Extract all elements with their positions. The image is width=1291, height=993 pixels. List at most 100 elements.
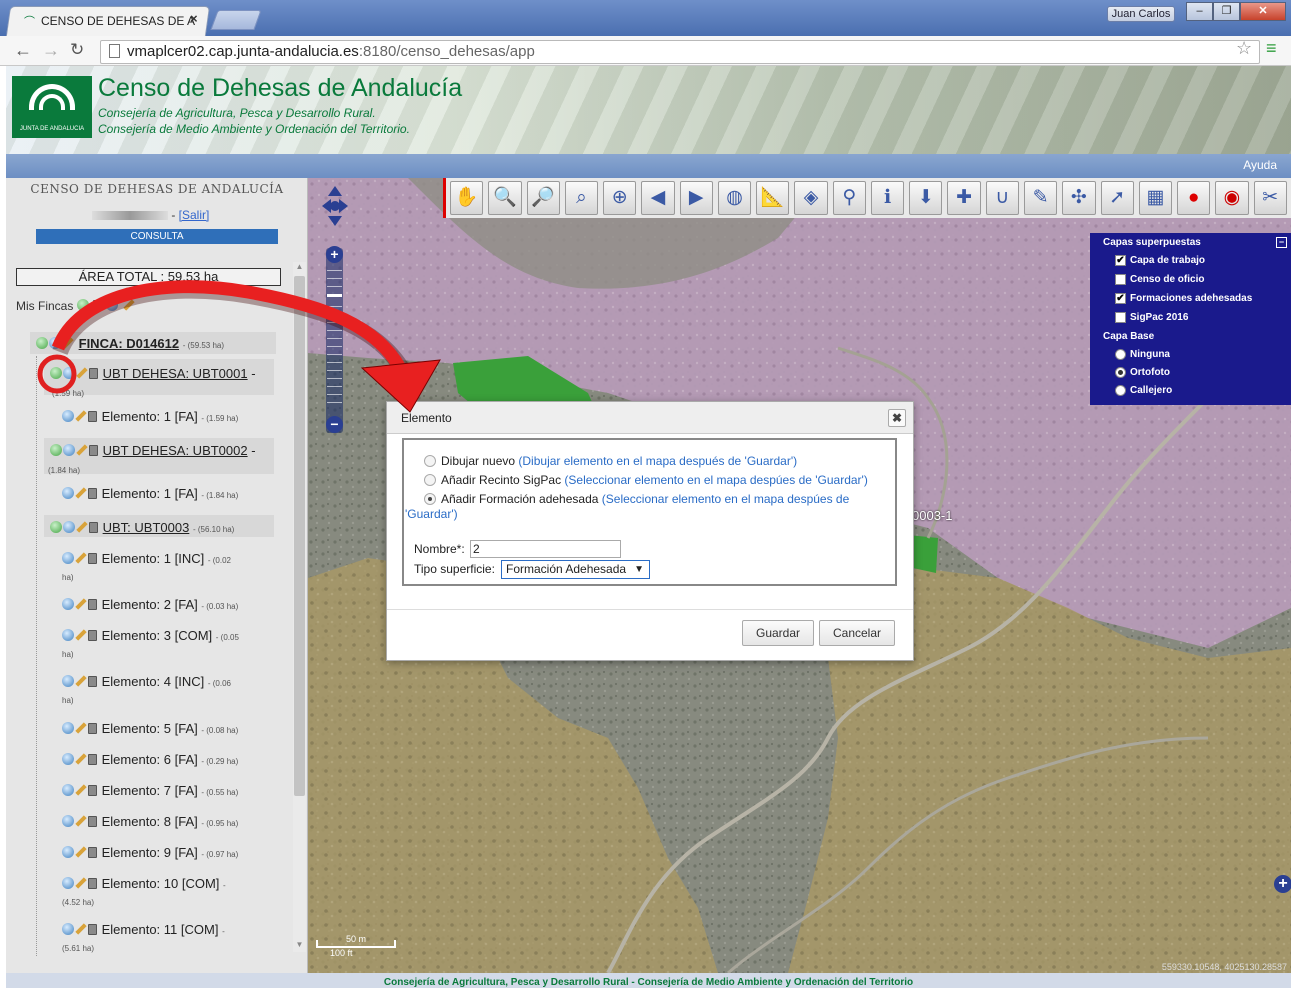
element-label[interactable]: Elemento: 7 [FA]	[102, 783, 198, 798]
overlay-layer-item[interactable]: ✔ Capa de trabajo	[1115, 255, 1205, 266]
pan-control[interactable]	[322, 186, 348, 226]
layer-checkbox[interactable]	[1115, 274, 1126, 285]
edit-icon[interactable]: ✎	[1023, 181, 1058, 215]
layer-edit-icon[interactable]: ▦	[1138, 181, 1173, 215]
delete-finca-icon[interactable]	[93, 300, 103, 311]
overlay-layer-item[interactable]: SigPac 2016	[1115, 312, 1188, 323]
element-label[interactable]: Elemento: 8 [FA]	[102, 814, 198, 829]
element-label[interactable]: Elemento: 11 [COM]	[102, 922, 219, 937]
edit-ubt-icon[interactable]	[76, 444, 88, 456]
pan-arrows-icon[interactable]	[322, 186, 348, 226]
delete-element-icon[interactable]	[88, 847, 97, 858]
layer-radio[interactable]	[1115, 385, 1126, 396]
help-link[interactable]: Ayuda	[1243, 158, 1277, 172]
radio-draw-new[interactable]	[424, 455, 436, 467]
scroll-up-icon[interactable]: ▲	[294, 262, 305, 273]
edit-element-icon[interactable]	[75, 487, 87, 499]
edit-element-icon[interactable]	[75, 784, 87, 796]
delete-element-icon[interactable]	[88, 488, 97, 499]
element-label[interactable]: Elemento: 9 [FA]	[102, 845, 198, 860]
tree-element[interactable]: Elemento: 10 [COM] -	[62, 876, 226, 891]
edit-finca-icon[interactable]	[123, 299, 135, 311]
zoom-ubt-icon[interactable]	[63, 444, 75, 456]
overlay-layer-item[interactable]: Censo de oficio	[1115, 274, 1204, 285]
delete-ubt-icon[interactable]	[89, 368, 98, 379]
delete-element-icon[interactable]	[88, 599, 97, 610]
bookmark-star-icon[interactable]: ☆	[1236, 38, 1252, 59]
select-icon[interactable]: ➚	[1100, 181, 1134, 215]
zoom-ubt-icon[interactable]	[63, 367, 75, 379]
zoom-element-icon[interactable]	[62, 410, 74, 422]
radio-add-sigpac[interactable]	[424, 474, 436, 486]
close-window-button[interactable]: ✕	[1240, 2, 1286, 21]
element-label[interactable]: Elemento: 1 [FA]	[102, 486, 198, 501]
name-input[interactable]: 2	[470, 540, 621, 558]
layer-radio[interactable]	[1115, 367, 1126, 378]
edit-finca-icon[interactable]	[62, 337, 74, 349]
edit-element-icon[interactable]	[75, 753, 87, 765]
maximize-button[interactable]: ❐	[1213, 2, 1240, 21]
tree-element[interactable]: Elemento: 3 [COM] - (0.05	[62, 628, 239, 643]
element-label[interactable]: Elemento: 5 [FA]	[102, 721, 198, 736]
edit-element-icon[interactable]	[75, 846, 87, 858]
close-tab-icon[interactable]: ×	[190, 11, 198, 26]
edit-element-icon[interactable]	[75, 877, 87, 889]
tree-element[interactable]: Elemento: 9 [FA] - (0.97 ha)	[62, 845, 238, 860]
cut-icon[interactable]: ✂	[1253, 181, 1287, 215]
move-vertex-icon[interactable]: ✣	[1062, 181, 1096, 215]
zoom-in-button[interactable]: +	[326, 246, 343, 263]
base-layer-item[interactable]: Ortofoto	[1115, 367, 1170, 378]
new-tab-button[interactable]	[210, 10, 262, 30]
zoom-element-icon[interactable]	[62, 675, 74, 687]
zoom-box-icon[interactable]: ⌕	[564, 181, 599, 215]
tree-element[interactable]: Elemento: 11 [COM] -	[62, 922, 225, 937]
zoom-in-icon[interactable]: 🔍	[488, 181, 522, 215]
close-dialog-button[interactable]: ✖	[888, 409, 906, 427]
zoom-out-button[interactable]: −	[326, 416, 343, 433]
edit-ubt-icon[interactable]	[76, 367, 88, 379]
delete-element-icon[interactable]	[88, 816, 97, 827]
hand-pan-icon[interactable]: ✋	[450, 181, 484, 215]
base-layer-item[interactable]: Callejero	[1115, 385, 1172, 396]
add-element-icon[interactable]	[50, 444, 62, 456]
edit-element-icon[interactable]	[75, 722, 87, 734]
element-label[interactable]: Elemento: 3 [COM]	[102, 628, 213, 643]
zoom-element-icon[interactable]	[62, 923, 74, 935]
magnifier-icon[interactable]: ⚲	[832, 181, 866, 215]
profile-button[interactable]: Juan Carlos	[1107, 6, 1175, 22]
layer-checkbox[interactable]	[1115, 312, 1126, 323]
record-icon[interactable]: ◉	[1215, 181, 1249, 215]
ubt-label[interactable]: UBT: UBT0003	[103, 520, 190, 535]
browser-tab-content[interactable]: ⌒ CENSO DE DEHESAS DE A	[24, 11, 204, 31]
element-label[interactable]: Elemento: 1 [FA]	[102, 409, 198, 424]
option-add-formacion[interactable]: Añadir Formación adehesada (Seleccionar …	[424, 492, 849, 506]
zoom-slider[interactable]: + −	[326, 246, 343, 433]
measure-area-icon[interactable]: ◈	[794, 181, 828, 215]
zoom-element-icon[interactable]	[62, 552, 74, 564]
delete-element-icon[interactable]	[88, 754, 97, 765]
url-input[interactable]: vmaplcer02.cap.junta-andalucia.es:8180/c…	[100, 40, 1260, 64]
edit-element-icon[interactable]	[75, 598, 87, 610]
zoom-ubt-icon[interactable]	[63, 521, 75, 533]
finca-label[interactable]: FINCA: D014612	[79, 336, 179, 351]
edit-element-icon[interactable]	[75, 552, 87, 564]
expand-overview-button[interactable]: +	[1274, 875, 1291, 893]
zoom-element-icon[interactable]	[62, 487, 74, 499]
tree-element[interactable]: Elemento: 1 [FA] - (1.84 ha)	[62, 486, 238, 501]
tree-finca[interactable]: FINCA: D014612 - (59.53 ha)	[36, 336, 224, 351]
delete-element-icon[interactable]	[88, 785, 97, 796]
scroll-down-icon[interactable]: ▼	[294, 940, 305, 951]
add-element-icon[interactable]	[50, 367, 62, 379]
collapse-layers-button[interactable]: −	[1276, 237, 1287, 248]
sidebar-scrollbar[interactable]: ▲ ▼	[293, 262, 306, 952]
zoom-element-icon[interactable]	[62, 815, 74, 827]
cancel-button[interactable]: Cancelar	[819, 620, 895, 646]
base-layer-item[interactable]: Ninguna	[1115, 349, 1170, 360]
zoom-element-icon[interactable]	[62, 629, 74, 641]
tree-element[interactable]: Elemento: 6 [FA] - (0.29 ha)	[62, 752, 238, 767]
info-icon[interactable]: ℹ	[870, 181, 905, 215]
element-label[interactable]: Elemento: 10 [COM]	[102, 876, 220, 891]
radio-add-formacion[interactable]	[424, 493, 436, 505]
add-ubt-icon[interactable]	[36, 337, 48, 349]
option-draw-new[interactable]: Dibujar nuevo (Dibujar elemento en el ma…	[424, 454, 797, 468]
